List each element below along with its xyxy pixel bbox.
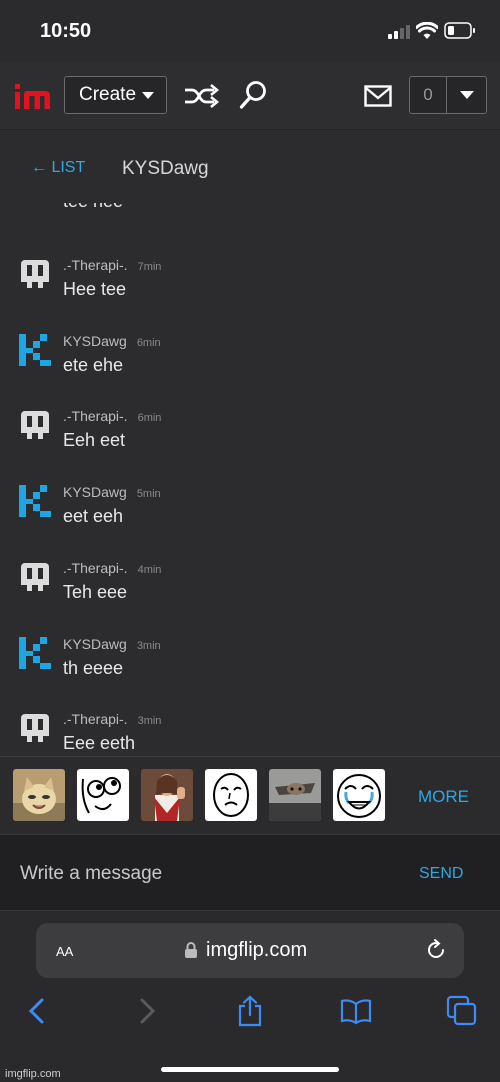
message-list[interactable]: tee hee .-Therapi-. 7min Hee tee KYSDawg 6… bbox=[0, 203, 500, 756]
kysdawg-avatar[interactable] bbox=[18, 484, 52, 518]
wifi-icon bbox=[416, 22, 438, 39]
happy-cry-face-sticker[interactable] bbox=[333, 769, 385, 821]
kysdawg-avatar[interactable] bbox=[18, 333, 52, 367]
notification-dropdown[interactable]: 0 bbox=[409, 76, 487, 114]
back-to-list-link[interactable]: ← LIST bbox=[31, 159, 85, 177]
message-text: ete ehe bbox=[63, 355, 124, 375]
ceiling-cat-sticker[interactable] bbox=[269, 769, 321, 821]
message-time: 3min bbox=[136, 640, 161, 652]
status-time: 10:50 bbox=[40, 20, 92, 42]
back-icon[interactable] bbox=[22, 995, 54, 1027]
message-text: Eee eeth bbox=[63, 733, 136, 753]
message-username[interactable]: .-Therapi-. bbox=[63, 257, 128, 273]
forward-icon[interactable] bbox=[130, 995, 162, 1027]
message-input[interactable]: Write a message bbox=[20, 863, 162, 885]
message-meta: KYSDawg 6min bbox=[63, 333, 161, 349]
bookmarks-icon[interactable] bbox=[340, 995, 372, 1027]
okay-face-sticker[interactable] bbox=[205, 769, 257, 821]
share-icon[interactable] bbox=[234, 995, 266, 1027]
conversation-header: ← LIST KYSDawg bbox=[0, 131, 500, 203]
tabs-icon[interactable] bbox=[446, 995, 478, 1027]
more-stickers-button[interactable]: MORE bbox=[418, 787, 469, 807]
create-button[interactable]: Create bbox=[64, 76, 167, 114]
reader-settings-button[interactable]: AA bbox=[56, 940, 73, 962]
lock-icon bbox=[185, 942, 197, 958]
message-text: tee hee bbox=[63, 203, 123, 212]
message-meta: .-Therapi-. 7min bbox=[63, 257, 161, 273]
message-meta: .-Therapi-. 4min bbox=[63, 560, 161, 576]
message-item: .-Therapi-. 7min Hee tee bbox=[0, 257, 500, 333]
reload-icon[interactable] bbox=[424, 938, 448, 962]
message-meta: .-Therapi-. 6min bbox=[63, 408, 161, 424]
buddy-christ-sticker[interactable] bbox=[141, 769, 193, 821]
message-text: Hee tee bbox=[63, 279, 127, 299]
message-meta: KYSDawg 5min bbox=[63, 484, 161, 500]
message-text: th eeee bbox=[63, 658, 124, 678]
message-item: KYSDawg 5min eet eeh bbox=[0, 484, 500, 560]
message-meta: .-Therapi-. 3min bbox=[63, 711, 161, 727]
home-indicator bbox=[161, 1067, 339, 1072]
message-item: .-Therapi-. 3min Eee eeth bbox=[0, 711, 500, 756]
aa-label: AA bbox=[56, 944, 74, 959]
shuffle-icon[interactable] bbox=[183, 83, 219, 109]
derp-face-sticker[interactable] bbox=[77, 769, 129, 821]
message-item: tee hee bbox=[0, 203, 500, 245]
status-bar: 10:50 bbox=[0, 0, 500, 62]
imgflip-watermark: imgflip.com bbox=[5, 1068, 61, 1080]
mail-icon[interactable] bbox=[364, 85, 392, 107]
message-time: 6min bbox=[136, 337, 161, 349]
url-domain[interactable]: imgflip.com bbox=[206, 939, 307, 962]
message-username[interactable]: .-Therapi-. bbox=[63, 408, 128, 424]
notification-count[interactable]: 0 bbox=[410, 77, 447, 113]
message-username[interactable]: KYSDawg bbox=[63, 333, 127, 349]
message-username[interactable]: .-Therapi-. bbox=[63, 711, 128, 727]
message-time: 4min bbox=[137, 564, 162, 576]
compose-area: Write a message SEND bbox=[0, 834, 500, 910]
create-label: Create bbox=[79, 84, 137, 105]
browser-toolbar: AA imgflip.com imgflip.com bbox=[0, 910, 500, 1082]
message-item: .-Therapi-. 6min Eeh eet bbox=[0, 408, 500, 484]
therapi-avatar[interactable] bbox=[18, 257, 52, 291]
message-meta: KYSDawg 3min bbox=[63, 636, 161, 652]
message-text: eet eeh bbox=[63, 506, 124, 526]
conversation-partner-name[interactable]: KYSDawg bbox=[122, 158, 209, 180]
message-item: KYSDawg 3min th eeee bbox=[0, 636, 500, 712]
message-time: 3min bbox=[137, 715, 162, 727]
sticker-bar: MORE bbox=[0, 756, 500, 834]
imgflip-logo[interactable] bbox=[14, 80, 52, 112]
search-icon[interactable] bbox=[239, 80, 267, 110]
caret-down-icon bbox=[142, 91, 155, 99]
kysdawg-avatar[interactable] bbox=[18, 636, 52, 670]
message-text: Eeh eet bbox=[63, 430, 126, 450]
therapi-avatar[interactable] bbox=[18, 711, 52, 745]
message-username[interactable]: .-Therapi-. bbox=[63, 560, 128, 576]
message-item: KYSDawg 6min ete ehe bbox=[0, 333, 500, 409]
chevron-down-icon[interactable] bbox=[447, 77, 486, 113]
message-time: 5min bbox=[136, 488, 161, 500]
therapi-avatar[interactable] bbox=[18, 560, 52, 594]
message-text: Teh eee bbox=[63, 582, 128, 602]
send-button[interactable]: SEND bbox=[419, 865, 463, 883]
message-username[interactable]: KYSDawg bbox=[63, 636, 127, 652]
message-time: 7min bbox=[137, 261, 162, 273]
message-item: .-Therapi-. 4min Teh eee bbox=[0, 560, 500, 636]
address-bar[interactable]: AA imgflip.com bbox=[36, 923, 464, 978]
message-time: 6min bbox=[137, 412, 162, 424]
battery-icon bbox=[444, 22, 475, 39]
cellular-signal-icon bbox=[388, 25, 410, 39]
therapi-avatar[interactable] bbox=[18, 408, 52, 442]
message-username[interactable]: KYSDawg bbox=[63, 484, 127, 500]
happy-cat-sticker[interactable] bbox=[13, 769, 65, 821]
app-header: Create 0 bbox=[0, 62, 500, 130]
